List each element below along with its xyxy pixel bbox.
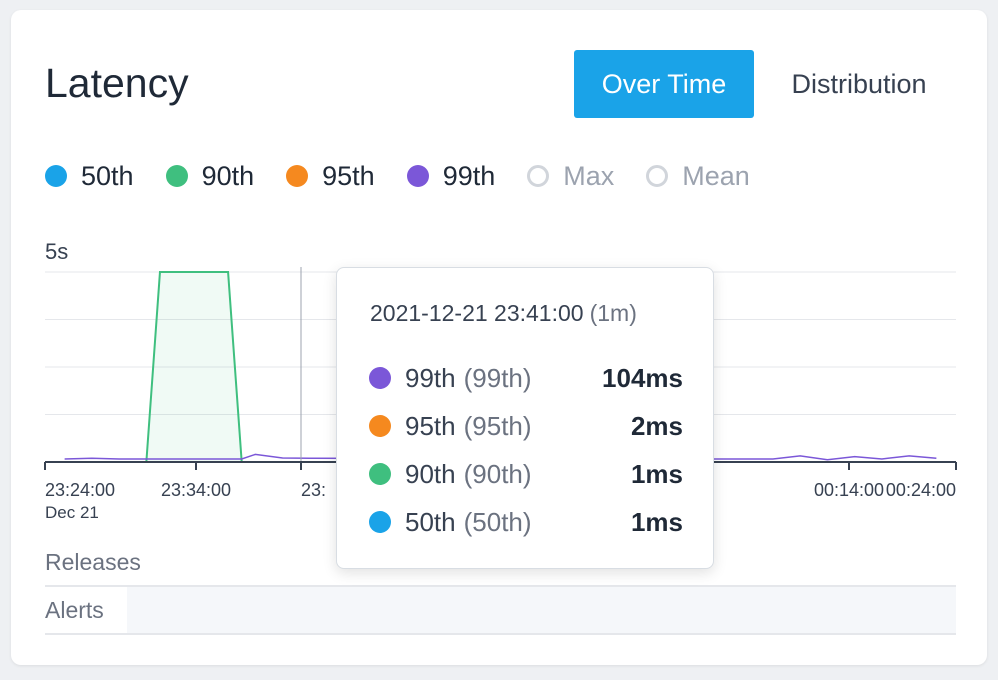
tooltip-series-alias: (95th) — [463, 410, 532, 441]
alerts-label: Alerts — [45, 597, 104, 623]
tooltip-row-99th: 99th (99th) 104ms — [369, 360, 683, 396]
tooltip-series-value: 2ms — [630, 410, 683, 441]
tooltip-series-value: 104ms — [602, 362, 683, 393]
tooltip-series-name: 99th — [405, 362, 456, 393]
x-axis-tick-label: 00:14:00 — [814, 480, 884, 500]
tooltip-datetime-text: 2021-12-21 23:41:00 — [370, 300, 584, 326]
x-axis-tick-label: 23:24:00 — [45, 480, 115, 500]
tooltip-row-50th: 50th (50th) 1ms — [369, 504, 683, 540]
x-axis-tick-label: 23:34:00 — [161, 480, 231, 500]
tooltip-row-95th: 95th (95th) 2ms — [369, 408, 683, 444]
series-dot-icon — [369, 415, 391, 437]
latency-card: Latency Over Time Distribution 50th 90th… — [11, 10, 987, 665]
tooltip-series-value: 1ms — [630, 458, 683, 489]
x-axis-tick-label: 23: — [301, 480, 326, 500]
alerts-track — [127, 587, 956, 633]
series-dot-icon — [369, 367, 391, 389]
tooltip-duration: (1m) — [589, 300, 637, 326]
tooltip-row-90th: 90th (90th) 1ms — [369, 456, 683, 492]
y-axis-max-label: 5s — [45, 239, 68, 264]
series-dot-icon — [369, 511, 391, 533]
tooltip-datetime: 2021-12-21 23:41:00 (1m) — [370, 300, 637, 327]
series-dot-icon — [369, 463, 391, 485]
tooltip-series-alias: (99th) — [463, 362, 532, 393]
tooltip-series-name: 50th — [405, 506, 456, 537]
tooltip-series-value: 1ms — [630, 506, 683, 537]
releases-label: Releases — [45, 549, 141, 575]
x-axis-date-label: Dec 21 — [45, 503, 99, 522]
tooltip-series-alias: (50th) — [463, 506, 532, 537]
alerts-row: Alerts — [45, 587, 956, 635]
tooltip-series-name: 95th — [405, 410, 456, 441]
x-axis-tick-label: 00:24:00 — [886, 480, 956, 500]
tooltip-series-name: 90th — [405, 458, 456, 489]
chart-tooltip: 2021-12-21 23:41:00 (1m) 99th (99th) 104m… — [336, 267, 714, 569]
tooltip-series-alias: (90th) — [463, 458, 532, 489]
